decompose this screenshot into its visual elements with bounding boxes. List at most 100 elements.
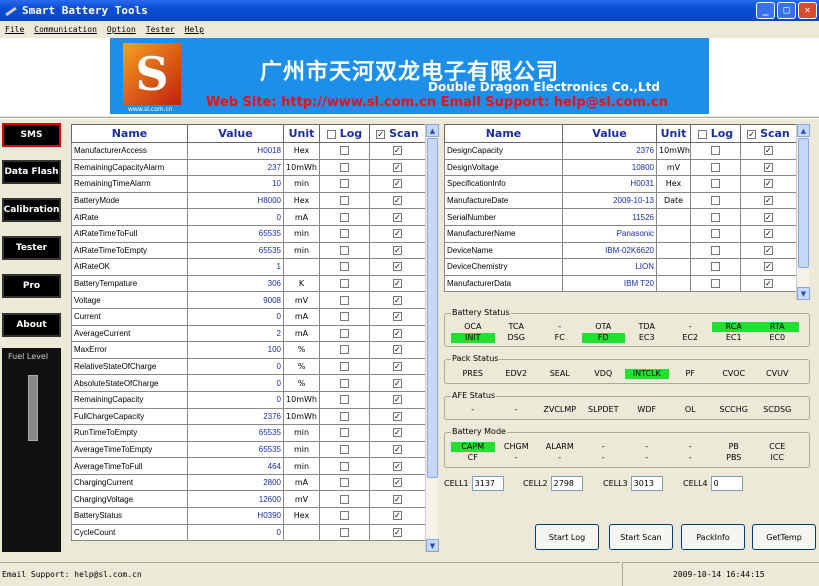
scan-all-checkbox[interactable] <box>747 129 757 139</box>
scan-checkbox[interactable] <box>393 196 402 206</box>
log-checkbox[interactable] <box>340 196 349 206</box>
scroll-down-arrow-icon[interactable]: ▼ <box>797 287 810 300</box>
row-log-cell[interactable] <box>690 175 741 193</box>
row-scan-cell[interactable] <box>369 457 426 475</box>
row-log-cell[interactable] <box>319 357 370 376</box>
row-log-cell[interactable] <box>690 274 741 293</box>
log-checkbox[interactable] <box>340 345 349 355</box>
row-log-cell[interactable] <box>319 291 370 309</box>
scan-checkbox[interactable] <box>393 527 402 537</box>
row-log-cell[interactable] <box>319 457 370 475</box>
log-checkbox[interactable] <box>340 395 349 405</box>
scan-checkbox[interactable] <box>393 428 402 438</box>
log-checkbox[interactable] <box>711 262 720 272</box>
scroll-up-arrow-icon[interactable]: ▲ <box>797 124 810 137</box>
row-scan-cell[interactable] <box>740 274 797 293</box>
scan-checkbox[interactable] <box>764 212 773 222</box>
row-log-cell[interactable] <box>319 523 370 542</box>
start-log-button[interactable]: Start Log <box>535 524 599 550</box>
row-log-cell[interactable] <box>319 490 370 509</box>
scan-checkbox[interactable] <box>393 411 402 421</box>
scan-checkbox[interactable] <box>393 395 402 405</box>
row-scan-cell[interactable] <box>369 507 426 525</box>
cell3-field[interactable]: 3013 <box>630 476 663 491</box>
minimize-button[interactable]: _ <box>756 2 775 19</box>
scan-checkbox[interactable] <box>764 196 773 206</box>
row-log-cell[interactable] <box>319 224 370 243</box>
scan-checkbox[interactable] <box>393 494 402 504</box>
log-checkbox[interactable] <box>340 312 349 322</box>
sidebar-item-pro[interactable]: Pro <box>2 274 61 298</box>
scan-checkbox[interactable] <box>393 444 402 454</box>
log-checkbox[interactable] <box>340 362 349 372</box>
row-scan-cell[interactable] <box>369 142 426 160</box>
row-scan-cell[interactable] <box>369 158 426 177</box>
scan-checkbox[interactable] <box>764 279 773 289</box>
row-scan-cell[interactable] <box>369 175 426 193</box>
right-table-scrollbar[interactable]: ▲ ▼ <box>796 124 810 300</box>
row-scan-cell[interactable] <box>369 424 426 442</box>
scan-checkbox[interactable] <box>393 478 402 488</box>
row-log-cell[interactable] <box>319 390 370 409</box>
log-checkbox[interactable] <box>340 378 349 388</box>
menu-tester[interactable]: Tester <box>146 25 175 34</box>
row-log-cell[interactable] <box>319 158 370 177</box>
col-scan[interactable]: Scan <box>740 124 797 143</box>
row-scan-cell[interactable] <box>369 473 426 492</box>
row-log-cell[interactable] <box>319 274 370 293</box>
row-scan-cell[interactable] <box>740 142 797 160</box>
log-checkbox[interactable] <box>711 146 720 156</box>
row-log-cell[interactable] <box>319 258 370 276</box>
row-scan-cell[interactable] <box>369 208 426 226</box>
log-checkbox[interactable] <box>340 511 349 521</box>
row-scan-cell[interactable] <box>369 390 426 409</box>
scan-checkbox[interactable] <box>393 245 402 255</box>
row-log-cell[interactable] <box>319 191 370 210</box>
cell2-field[interactable]: 2798 <box>550 476 583 491</box>
scan-checkbox[interactable] <box>393 179 402 189</box>
row-log-cell[interactable] <box>319 241 370 260</box>
row-scan-cell[interactable] <box>740 208 797 226</box>
close-button[interactable]: ✕ <box>798 2 817 19</box>
scan-checkbox[interactable] <box>393 262 402 272</box>
log-checkbox[interactable] <box>340 229 349 239</box>
scan-checkbox[interactable] <box>764 229 773 239</box>
log-checkbox[interactable] <box>711 229 720 239</box>
row-scan-cell[interactable] <box>369 291 426 309</box>
pack-info-button[interactable]: PackInfo <box>681 524 745 550</box>
log-checkbox[interactable] <box>711 196 720 206</box>
row-scan-cell[interactable] <box>740 191 797 210</box>
maximize-button[interactable]: □ <box>777 2 796 19</box>
row-log-cell[interactable] <box>690 191 741 210</box>
row-log-cell[interactable] <box>690 258 741 276</box>
scroll-down-arrow-icon[interactable]: ▼ <box>426 539 439 552</box>
row-log-cell[interactable] <box>319 341 370 359</box>
log-checkbox[interactable] <box>340 212 349 222</box>
scan-checkbox[interactable] <box>764 146 773 156</box>
scan-checkbox[interactable] <box>393 229 402 239</box>
row-log-cell[interactable] <box>690 158 741 177</box>
scan-checkbox[interactable] <box>393 328 402 338</box>
row-scan-cell[interactable] <box>369 274 426 293</box>
row-scan-cell[interactable] <box>369 224 426 243</box>
log-checkbox[interactable] <box>711 162 720 172</box>
scan-checkbox[interactable] <box>764 162 773 172</box>
row-log-cell[interactable] <box>690 208 741 226</box>
scroll-thumb[interactable] <box>427 138 438 478</box>
row-scan-cell[interactable] <box>369 523 426 542</box>
col-log[interactable]: Log <box>319 124 370 143</box>
scan-checkbox[interactable] <box>393 146 402 156</box>
scan-checkbox[interactable] <box>764 245 773 255</box>
sidebar-item-about[interactable]: About <box>2 313 61 337</box>
log-checkbox[interactable] <box>711 179 720 189</box>
scan-checkbox[interactable] <box>393 162 402 172</box>
scan-all-checkbox[interactable] <box>376 129 386 139</box>
row-scan-cell[interactable] <box>369 191 426 210</box>
log-checkbox[interactable] <box>340 262 349 272</box>
log-checkbox[interactable] <box>340 245 349 255</box>
row-scan-cell[interactable] <box>740 158 797 177</box>
scan-checkbox[interactable] <box>393 279 402 289</box>
scan-checkbox[interactable] <box>393 345 402 355</box>
row-scan-cell[interactable] <box>369 490 426 509</box>
row-scan-cell[interactable] <box>369 241 426 260</box>
